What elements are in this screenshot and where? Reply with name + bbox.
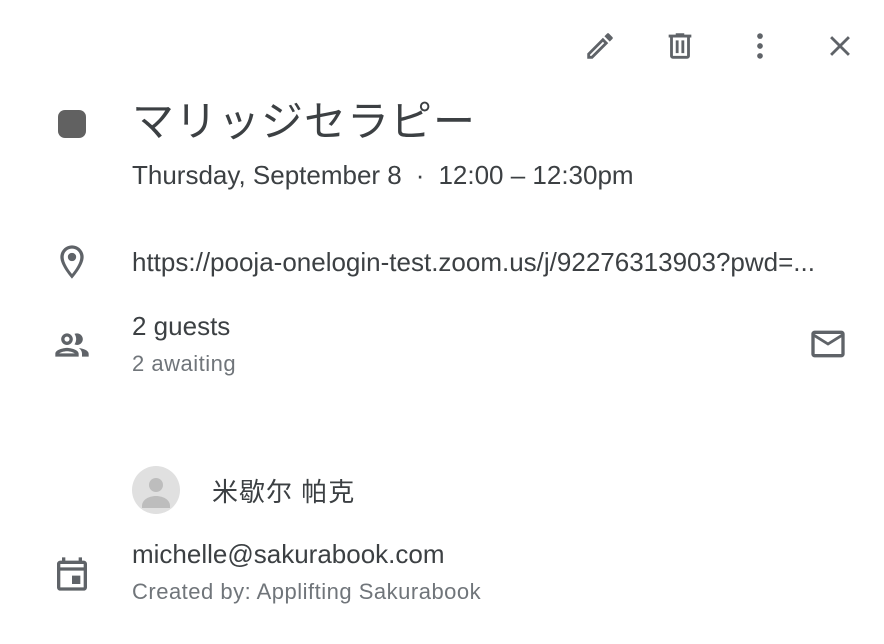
event-title: マリッジセラピー (132, 98, 477, 145)
edit-event-button[interactable] (576, 22, 624, 70)
calendar-icon (50, 552, 94, 596)
delete-event-button[interactable] (656, 22, 704, 70)
more-vert-icon (757, 33, 763, 59)
event-location-link[interactable]: https://pooja-onelogin-test.zoom.us/j/92… (132, 245, 852, 279)
datetime-separator: · (415, 160, 425, 190)
guest-count[interactable]: 2 guests (132, 309, 230, 343)
event-date: Thursday, September 8 (132, 160, 402, 190)
close-button[interactable] (816, 22, 864, 70)
guest-status: 2 awaiting (132, 351, 237, 376)
guest-name: 米歇尔 帕克 (212, 476, 356, 507)
people-icon (50, 323, 94, 367)
more-options-button[interactable] (736, 22, 784, 70)
event-time: 12:00 – 12:30pm (438, 160, 634, 190)
event-detail-dialog: マリッジセラピー Thursday, September 8 · 12:00 – 1… (0, 0, 884, 644)
event-toolbar (576, 22, 864, 70)
location-pin-icon (50, 240, 94, 284)
pencil-icon (587, 33, 613, 59)
trash-icon (668, 33, 692, 59)
mail-icon (811, 330, 845, 358)
close-icon (830, 36, 850, 56)
guest-list-item[interactable]: 米歇尔 帕克 (132, 466, 355, 514)
created-by-label: Created by: Applifting Sakurabook (132, 579, 482, 604)
organizer-email: michelle@sakurabook.com (132, 539, 445, 569)
person-icon (142, 478, 170, 508)
event-color-swatch (58, 110, 86, 138)
email-guests-button[interactable] (804, 320, 852, 368)
event-datetime: Thursday, September 8 · 12:00 – 12:30pm (132, 158, 634, 192)
avatar (132, 466, 180, 514)
